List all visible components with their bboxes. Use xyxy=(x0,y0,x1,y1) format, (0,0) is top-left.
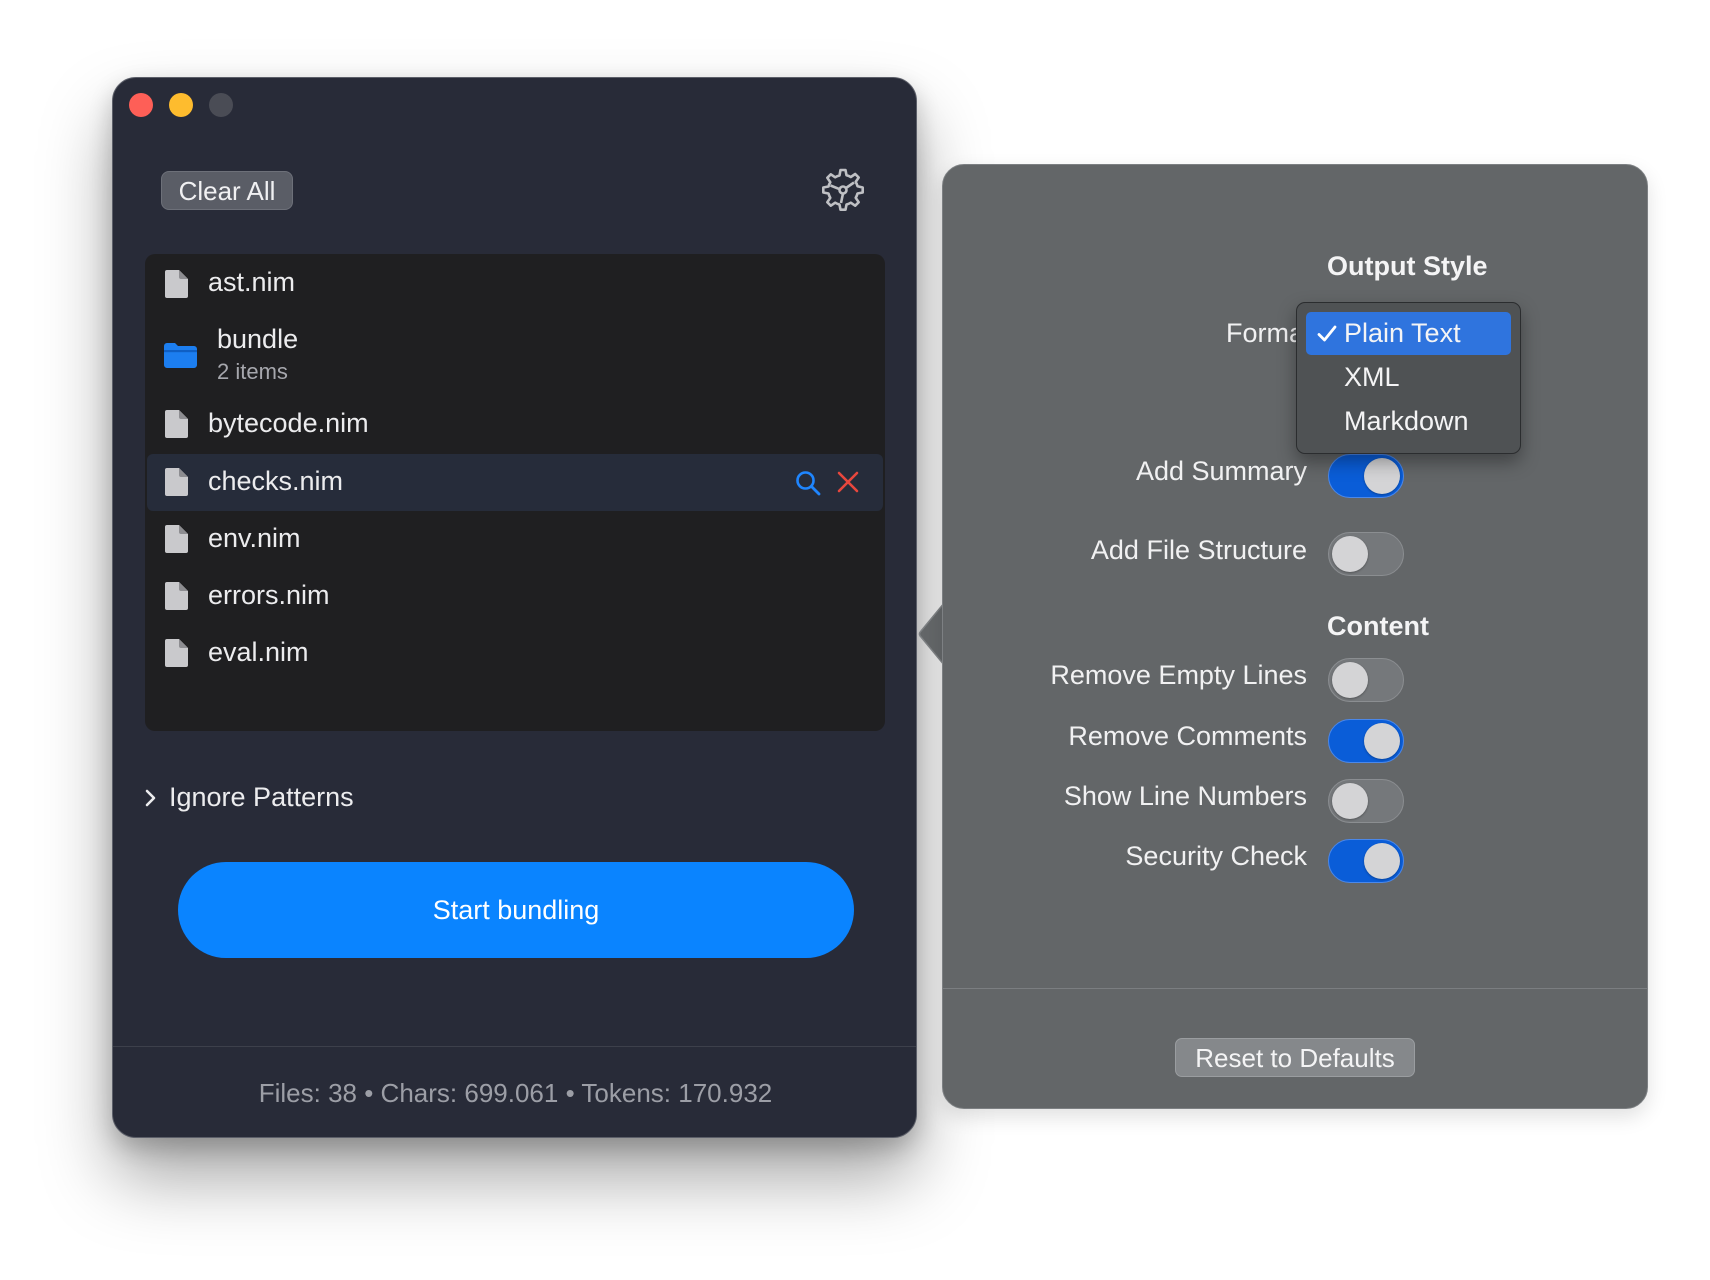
file-name: bytecode.nim xyxy=(208,408,369,438)
gear-icon[interactable] xyxy=(820,167,866,213)
security-check-toggle[interactable] xyxy=(1328,839,1404,883)
list-item[interactable]: errors.nim xyxy=(145,568,885,625)
list-item[interactable]: env.nim xyxy=(145,511,885,568)
remove-comments-toggle[interactable] xyxy=(1328,719,1404,763)
file-name: eval.nim xyxy=(208,637,309,667)
remove-comments-label: Remove Comments xyxy=(1068,721,1307,751)
main-window: Clear All ast.nim bundle 2 items bytecod… xyxy=(112,77,917,1138)
toggle-knob xyxy=(1364,458,1400,494)
menu-item-plain-text[interactable]: Plain Text xyxy=(1306,312,1511,355)
folder-icon xyxy=(164,343,197,368)
add-file-structure-label: Add File Structure xyxy=(1090,535,1307,565)
footer-divider xyxy=(113,1046,916,1047)
add-summary-toggle[interactable] xyxy=(1328,454,1404,498)
toggle-knob xyxy=(1364,843,1400,879)
output-style-heading: Output Style xyxy=(1327,251,1488,281)
document-icon xyxy=(165,525,188,553)
document-icon xyxy=(165,639,188,667)
ignore-patterns-label: Ignore Patterns xyxy=(169,782,354,812)
settings-popover: Output Style Format Add Summary Add File… xyxy=(942,164,1648,1109)
minimize-window-button[interactable] xyxy=(169,93,193,117)
list-item[interactable]: eval.nim xyxy=(145,625,885,682)
menu-item-label: Markdown xyxy=(1344,406,1469,436)
add-file-structure-toggle[interactable] xyxy=(1328,532,1404,576)
list-item[interactable]: bytecode.nim xyxy=(145,396,885,453)
show-line-numbers-toggle[interactable] xyxy=(1328,779,1404,823)
remove-empty-lines-toggle[interactable] xyxy=(1328,658,1404,702)
traffic-lights xyxy=(129,93,249,117)
checkmark-icon xyxy=(1317,325,1337,342)
magnifier-icon[interactable] xyxy=(795,470,821,496)
remove-empty-lines-label: Remove Empty Lines xyxy=(1050,660,1307,690)
show-line-numbers-label: Show Line Numbers xyxy=(1063,781,1307,811)
folder-item-count: 2 items xyxy=(217,359,288,384)
file-list[interactable]: ast.nim bundle 2 items bytecode.nim chec… xyxy=(145,254,885,731)
zoom-window-button[interactable] xyxy=(209,93,233,117)
toggle-knob xyxy=(1364,723,1400,759)
toggle-knob xyxy=(1332,783,1368,819)
stats-footer: Files: 38 • Chars: 699.061 • Tokens: 170… xyxy=(258,1078,773,1108)
document-icon xyxy=(165,410,188,438)
menu-item-label: Plain Text xyxy=(1344,318,1461,348)
popover-divider xyxy=(943,988,1647,989)
start-bundling-button[interactable]: Start bundling xyxy=(178,862,854,958)
content-heading: Content xyxy=(1327,611,1429,641)
list-item[interactable]: bundle 2 items xyxy=(145,311,885,396)
security-check-label: Security Check xyxy=(1125,841,1307,871)
document-icon xyxy=(165,270,188,298)
file-name: errors.nim xyxy=(208,580,330,610)
file-name: env.nim xyxy=(208,523,301,553)
folder-name: bundle xyxy=(217,324,299,354)
file-name: ast.nim xyxy=(208,267,296,297)
chevron-right-icon xyxy=(145,789,156,806)
reset-to-defaults-button[interactable]: Reset to Defaults xyxy=(1175,1038,1415,1077)
ignore-patterns-disclosure[interactable]: Ignore Patterns xyxy=(143,782,354,813)
document-icon xyxy=(165,582,188,610)
add-summary-label: Add Summary xyxy=(1135,456,1307,486)
toggle-knob xyxy=(1332,536,1368,572)
file-name: checks.nim xyxy=(208,466,344,496)
menu-item-label: XML xyxy=(1344,362,1400,392)
clear-all-button[interactable]: Clear All xyxy=(161,171,293,210)
format-dropdown-menu: Plain Text XML Markdown xyxy=(1296,302,1521,454)
close-icon[interactable] xyxy=(837,471,859,493)
list-item[interactable]: ast.nim xyxy=(145,254,885,311)
close-window-button[interactable] xyxy=(129,93,153,117)
document-icon xyxy=(165,468,188,496)
toggle-knob xyxy=(1332,662,1368,698)
list-item-selected[interactable]: checks.nim xyxy=(147,454,883,511)
menu-item-markdown[interactable]: Markdown xyxy=(1306,400,1511,443)
menu-item-xml[interactable]: XML xyxy=(1306,356,1511,399)
